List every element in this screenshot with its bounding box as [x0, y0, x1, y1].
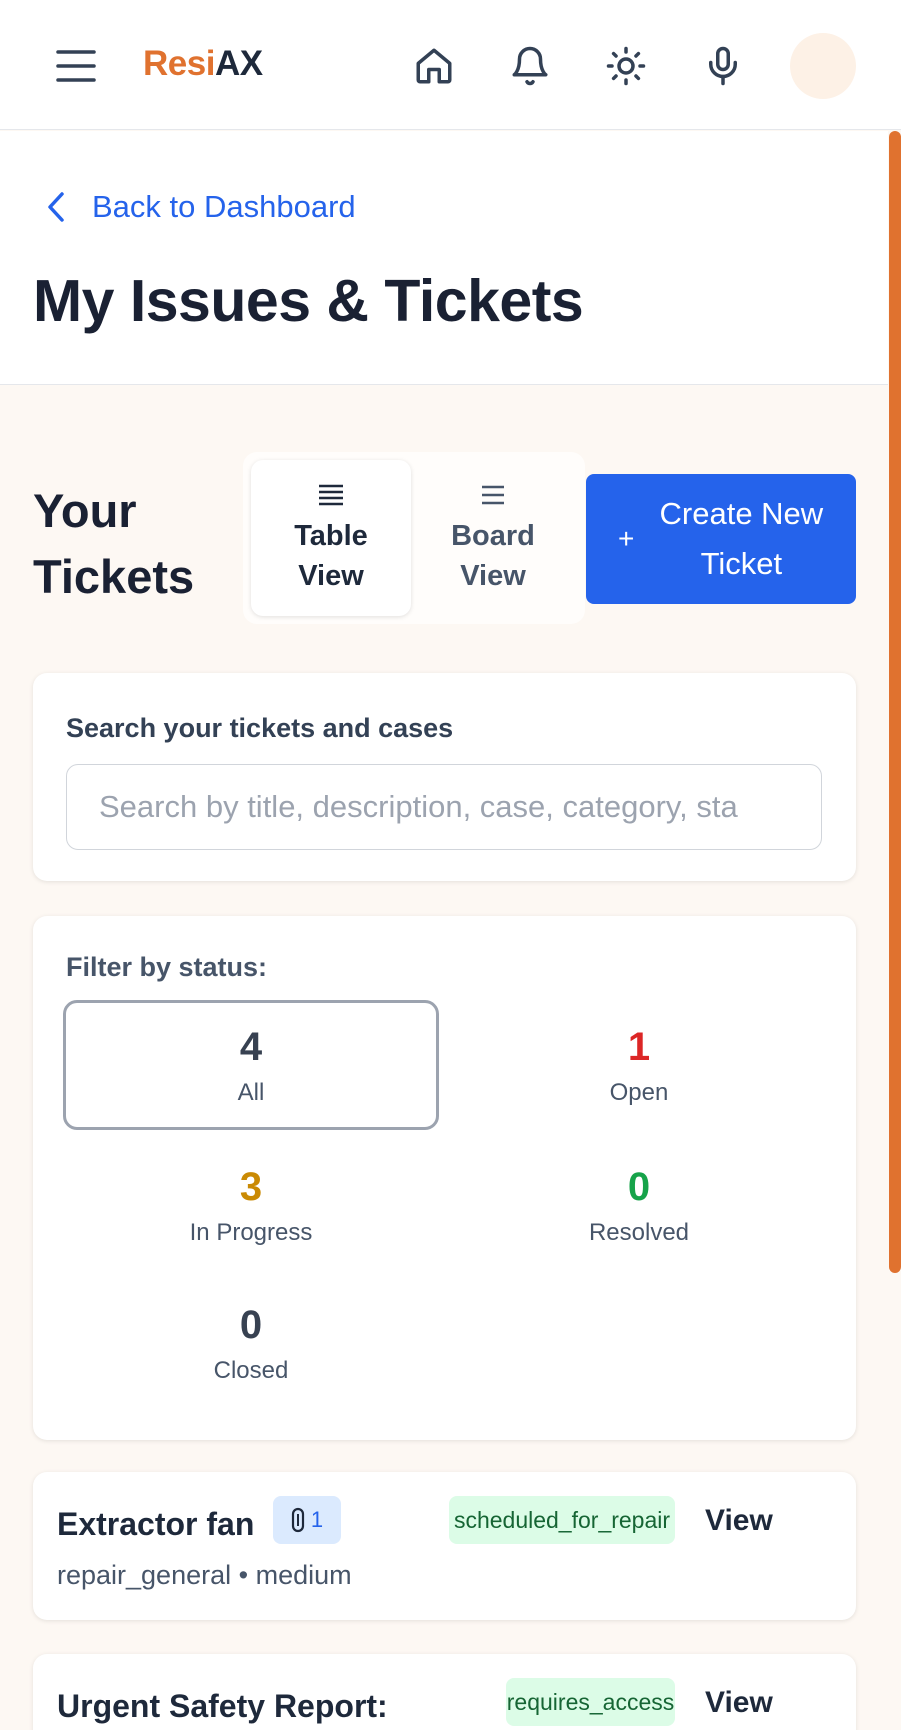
- table-view-button[interactable]: Table View: [251, 460, 411, 616]
- all-count: 4: [239, 1025, 263, 1069]
- chevron-left-icon: [48, 192, 64, 222]
- resolved-label: Resolved: [588, 1219, 690, 1246]
- open-count: 1: [627, 1025, 651, 1069]
- view-ticket-button[interactable]: View: [705, 1686, 773, 1720]
- table-list-icon: [319, 484, 343, 506]
- section-title: Your Tickets: [33, 484, 195, 603]
- attachment-badge: 1: [273, 1496, 341, 1544]
- page-title: My Issues & Tickets: [33, 268, 584, 334]
- menu-icon[interactable]: [50, 40, 102, 92]
- status-badge: requires_access: [506, 1678, 675, 1726]
- filter-all[interactable]: 4 All: [63, 1000, 439, 1130]
- board-list-icon: [482, 485, 504, 505]
- ticket-meta: repair_general • medium: [57, 1560, 352, 1590]
- create-ticket-label: Create New Ticket: [659, 496, 824, 581]
- sun-icon[interactable]: [600, 40, 652, 92]
- ticket-row[interactable]: Urgent Safety Report: requires_access Vi…: [33, 1654, 856, 1730]
- search-input[interactable]: [66, 764, 822, 850]
- home-icon[interactable]: [408, 40, 460, 92]
- table-view-label: Table View: [294, 520, 368, 592]
- closed-count: 0: [239, 1303, 263, 1347]
- status-badge: scheduled_for_repair: [449, 1496, 675, 1544]
- resolved-count: 0: [627, 1165, 651, 1209]
- brand-logo[interactable]: ResiAX: [143, 44, 263, 84]
- view-ticket-button[interactable]: View: [705, 1504, 773, 1538]
- microphone-icon[interactable]: [697, 40, 749, 92]
- ticket-title: Urgent Safety Report:: [57, 1688, 388, 1724]
- board-view-label: Board View: [451, 520, 535, 592]
- scrollbar[interactable]: [889, 131, 901, 1273]
- page-header: Back to Dashboard My Issues & Tickets: [0, 131, 888, 385]
- in-progress-label: In Progress: [189, 1219, 313, 1246]
- search-card: Search your tickets and cases: [33, 673, 856, 881]
- all-label: All: [237, 1079, 265, 1106]
- board-view-button[interactable]: Board View: [413, 460, 573, 616]
- back-to-dashboard-link[interactable]: Back to Dashboard: [42, 189, 356, 225]
- filter-resolved[interactable]: 0 Resolved: [451, 1140, 827, 1270]
- top-bar: ResiAX: [0, 0, 901, 130]
- ticket-row[interactable]: Extractor fan 1 scheduled_for_repair Vie…: [33, 1472, 856, 1620]
- closed-label: Closed: [213, 1357, 289, 1384]
- search-label: Search your tickets and cases: [66, 713, 454, 743]
- plus-icon: +: [618, 523, 635, 554]
- create-ticket-button[interactable]: + Create New Ticket: [586, 474, 856, 604]
- in-progress-count: 3: [239, 1165, 263, 1209]
- ticket-title: Extractor fan: [57, 1506, 255, 1542]
- status-filter-card: Filter by status: 4 All 1 Open 3 In Prog…: [33, 916, 856, 1440]
- filter-open[interactable]: 1 Open: [451, 1000, 827, 1130]
- paperclip-icon: [291, 1507, 304, 1533]
- filter-closed[interactable]: 0 Closed: [63, 1278, 439, 1408]
- avatar[interactable]: [790, 33, 856, 99]
- bell-icon[interactable]: [504, 40, 556, 92]
- view-toggle: Table View Board View: [243, 452, 585, 624]
- filter-label: Filter by status:: [66, 952, 268, 982]
- back-link-label: Back to Dashboard: [92, 189, 356, 224]
- open-label: Open: [609, 1079, 669, 1106]
- filter-in-progress[interactable]: 3 In Progress: [63, 1140, 439, 1270]
- attachment-count: 1: [310, 1507, 324, 1532]
